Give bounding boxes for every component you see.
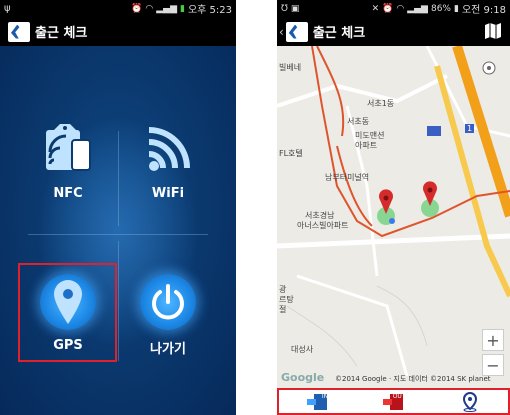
map-label: FL호텔 bbox=[279, 149, 303, 158]
map-view[interactable]: 빌베네 서초1동 서초동 미도맨션 아파트 FL호텔 남부터미널역 서초경남 아… bbox=[277, 46, 510, 388]
map-icon[interactable] bbox=[484, 22, 502, 44]
nfc-label: NFC bbox=[53, 186, 83, 201]
divider bbox=[28, 234, 208, 235]
out-label: OUT bbox=[392, 392, 406, 400]
status-time: 오후 5:23 bbox=[187, 5, 232, 16]
usb-icon: ψ bbox=[4, 3, 11, 14]
wifi-status-icon: ◠ bbox=[396, 3, 405, 14]
battery-icon: ▮ bbox=[454, 3, 459, 14]
app-logo-icon bbox=[8, 21, 30, 42]
image-icon: ▣ bbox=[290, 3, 300, 14]
app-bar: ‹ 출근 체크 bbox=[277, 17, 510, 46]
wifi-icon bbox=[140, 122, 196, 178]
nfc-button[interactable]: NFC bbox=[18, 116, 118, 206]
wifi-label: WiFi bbox=[151, 186, 185, 201]
zoom-out-button[interactable]: − bbox=[482, 354, 504, 376]
app-logo-icon bbox=[285, 21, 308, 42]
app-bar: 출근 체크 bbox=[0, 17, 236, 46]
app-title: 출근 체크 bbox=[35, 26, 88, 41]
road-shield: 1 bbox=[465, 124, 475, 133]
wifi-status-icon: ◠ bbox=[145, 3, 154, 14]
check-out-button[interactable]: OUT bbox=[381, 392, 405, 412]
back-icon[interactable]: ‹ bbox=[279, 25, 284, 39]
alarm-icon: ⏰ bbox=[131, 3, 143, 14]
map-label: 절 bbox=[279, 305, 287, 314]
map-label: 서초1동 bbox=[367, 99, 395, 108]
battery-percent: 86% bbox=[430, 3, 451, 14]
power-icon bbox=[140, 274, 196, 330]
map-label: 남부터미널역 bbox=[325, 173, 370, 182]
signal-icon: ▂▄▆ bbox=[156, 3, 177, 14]
location-pin-icon bbox=[462, 391, 477, 412]
google-logo: Google bbox=[281, 371, 325, 384]
exit-label: 나가기 bbox=[150, 342, 186, 357]
map-attribution: ©2014 Google · 지도 데이터 ©2014 SK planet bbox=[335, 375, 491, 383]
battery-icon: ▮ bbox=[180, 3, 185, 14]
mute-icon: ✕ bbox=[371, 3, 380, 14]
map-label: 대성사 bbox=[291, 345, 314, 354]
status-bar: ψ ⏰ ◠ ▂▄▆ ▮ 오후 5:23 bbox=[0, 0, 236, 17]
check-in-button[interactable]: IN bbox=[305, 392, 329, 412]
zoom-in-button[interactable]: + bbox=[482, 329, 504, 351]
app-title: 출근 체크 bbox=[312, 26, 366, 41]
alarm-icon: ⏰ bbox=[382, 3, 394, 14]
left-phone-screen: ψ ⏰ ◠ ▂▄▆ ▮ 오후 5:23 출근 체크 NFC WiFi GPS 나… bbox=[0, 0, 236, 415]
in-label: IN bbox=[321, 392, 329, 400]
map-label: 서초동 bbox=[347, 117, 370, 126]
action-toolbar: IN OUT bbox=[277, 388, 510, 415]
location-button[interactable] bbox=[458, 391, 482, 412]
status-time: 오전 9:18 bbox=[461, 5, 506, 16]
map-label: 빌베네 bbox=[279, 63, 302, 72]
selection-highlight bbox=[18, 263, 117, 362]
exit-button[interactable]: 나가기 bbox=[118, 268, 218, 358]
wifi-button[interactable]: WiFi bbox=[118, 116, 218, 206]
status-bar: Ʊ ▣ ✕ ⏰ ◠ ▂▄▆ 86% ▮ 오전 9:18 bbox=[277, 0, 510, 17]
map-label: 아너스빌아파트 bbox=[297, 221, 349, 230]
map-label: 아파트 bbox=[355, 141, 378, 150]
signal-icon: ▂▄▆ bbox=[407, 3, 428, 14]
right-phone-screen: Ʊ ▣ ✕ ⏰ ◠ ▂▄▆ 86% ▮ 오전 9:18 ‹ 출근 체크 빌베네 … bbox=[277, 0, 510, 415]
nfc-icon bbox=[40, 122, 96, 178]
notification-icon: Ʊ bbox=[281, 3, 288, 14]
